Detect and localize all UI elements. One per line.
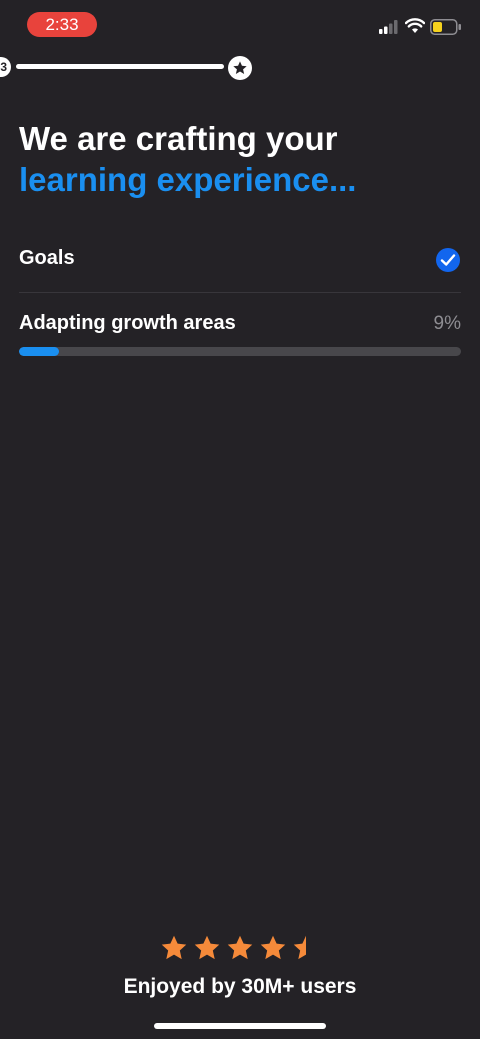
progress-end-star [228,56,252,80]
star-full-icon [227,935,253,960]
wifi-icon [405,18,425,33]
signal-icon [379,20,398,34]
check-circle-icon [436,248,460,272]
home-indicator [154,1023,326,1029]
step-adapting-label: Adapting growth areas [19,312,236,334]
onboarding-progress-track [16,64,224,69]
adapting-progress-fill [19,347,59,356]
rating-stars [160,934,320,964]
star-full-icon [161,935,187,960]
step-goals-label: Goals [19,247,75,269]
star-icon [233,61,247,74]
page-title-highlight: learning experience... [19,161,357,198]
star-full-icon [260,935,286,960]
star-half-icon [293,935,306,960]
users-caption: Enjoyed by 30M+ users [123,975,357,998]
adapting-progress-bar [19,347,461,356]
battery-icon [430,19,461,35]
loading-screen: 2:33 3 We are crafting your learning exp… [0,0,480,1039]
step-adapting-percent: 9% [433,313,461,334]
divider [19,292,461,293]
previous-step-indicator: 3 [0,57,11,77]
status-time: 2:33 [27,12,97,37]
page-title: We are crafting your [19,120,338,157]
star-full-icon [194,935,220,960]
